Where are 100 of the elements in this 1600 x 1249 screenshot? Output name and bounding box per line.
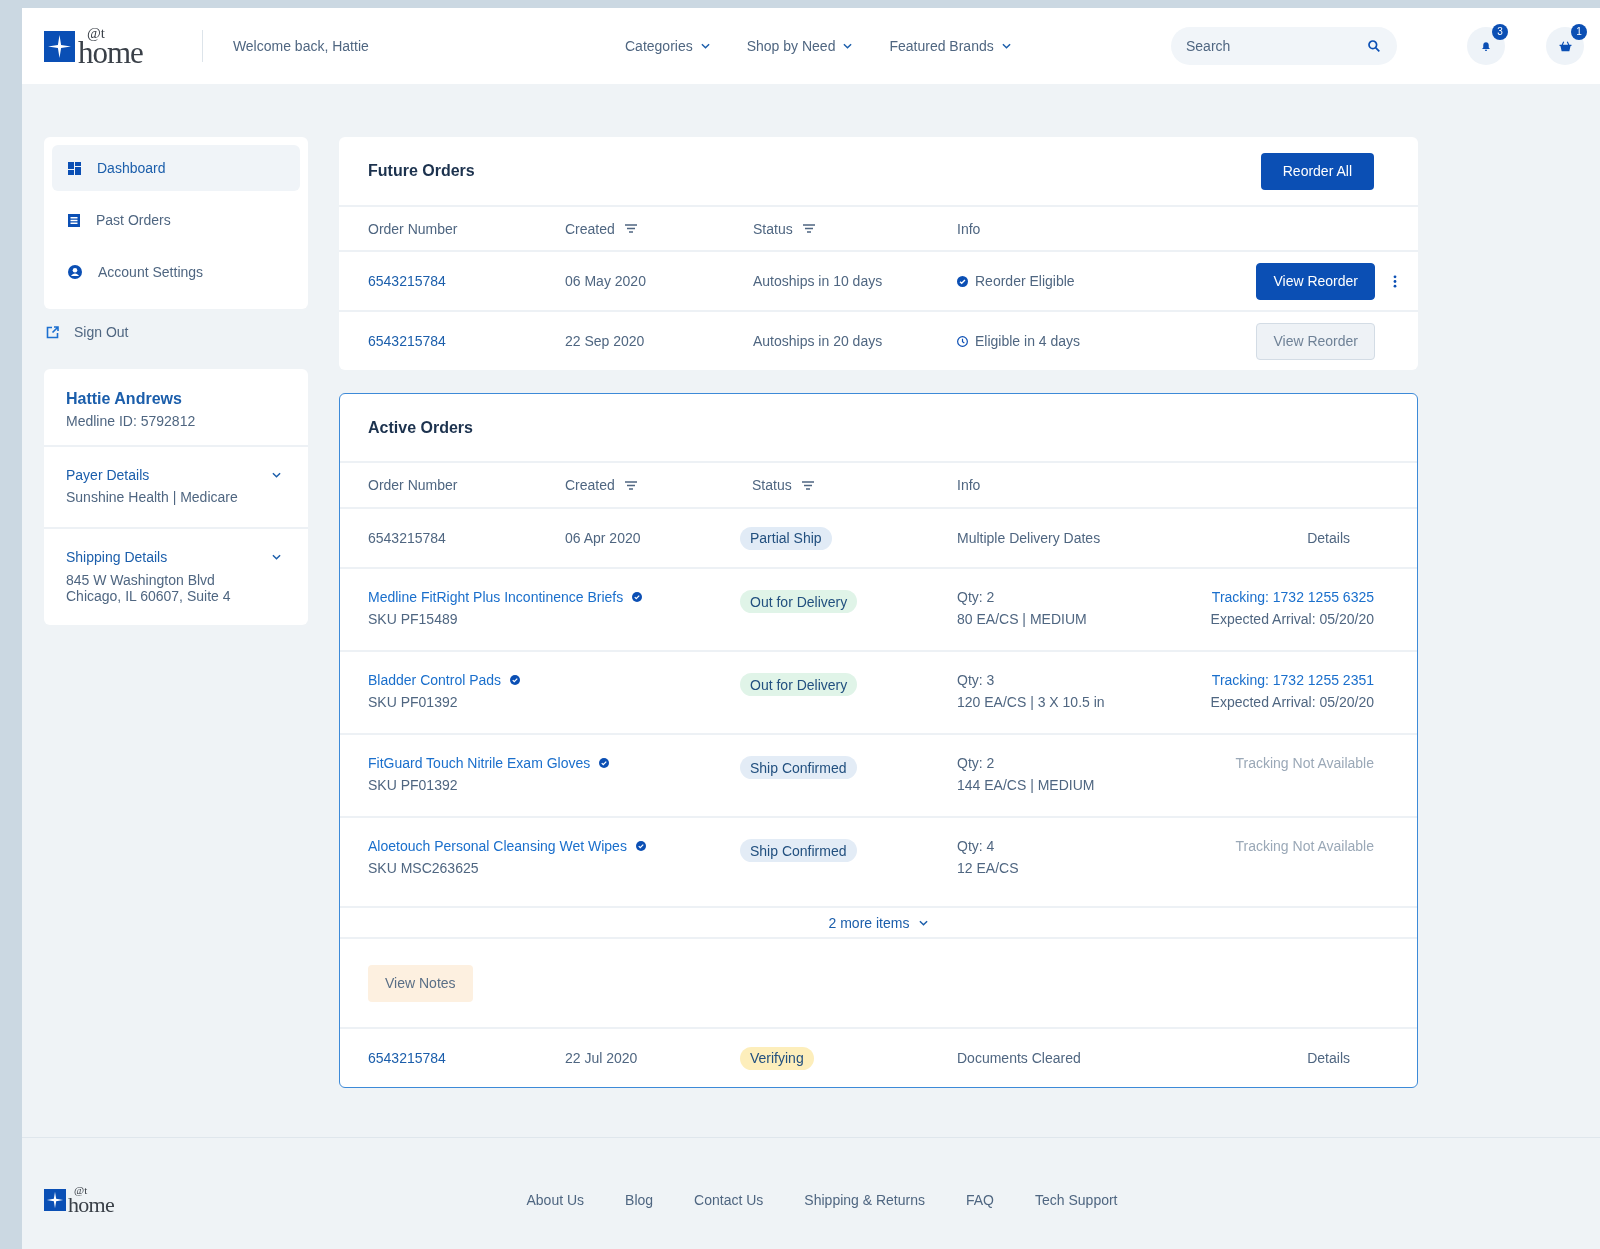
sign-out-link[interactable]: Sign Out xyxy=(44,320,129,344)
product-name-link[interactable]: Medline FitRight Plus Incontinence Briefs xyxy=(368,587,624,607)
expected-arrival: Expected Arrival: 05/20/20 xyxy=(1210,693,1374,712)
cart-button[interactable]: 1 xyxy=(1546,27,1584,65)
column-header: Info xyxy=(957,220,981,237)
notification-count-badge: 3 xyxy=(1492,24,1508,40)
sidebar-item[interactable]: Past Orders xyxy=(52,197,300,243)
pack-size-text: 120 EA/CS | 3 X 10.5 in xyxy=(957,693,1105,712)
created-date: 22 Sep 2020 xyxy=(565,333,646,349)
autoship-status: Autoships in 20 days xyxy=(753,333,884,349)
pack-size-text: 12 EA/CS xyxy=(957,859,1019,878)
nav-dropdown[interactable]: Categories xyxy=(625,31,710,61)
order-number-link[interactable]: 6543215784 xyxy=(368,530,446,546)
view-reorder-button[interactable]: View Reorder xyxy=(1256,262,1375,300)
footer-link[interactable]: Blog xyxy=(625,1191,654,1208)
footer-link[interactable]: Shipping & Returns xyxy=(804,1191,925,1208)
product-name-link[interactable]: FitGuard Touch Nitrile Exam Gloves xyxy=(368,753,591,773)
quantity-text: Qty: 4 xyxy=(957,837,995,856)
quantity-text: Qty: 2 xyxy=(957,588,995,607)
more-items-toggle[interactable]: 2 more items xyxy=(828,914,929,931)
view-notes-button[interactable]: View Notes xyxy=(368,964,473,1002)
list-icon xyxy=(68,213,80,227)
status-badge: Verifying xyxy=(740,1046,814,1070)
dashboard-icon xyxy=(68,161,81,175)
product-sku: SKU MSC263625 xyxy=(368,859,479,878)
logo-at-text: @t xyxy=(87,26,106,40)
quantity-text: Qty: 2 xyxy=(957,754,995,773)
check-circle-icon xyxy=(957,275,968,287)
sidebar-item[interactable]: Dashboard xyxy=(52,145,300,191)
section-toggle[interactable]: Payer Details xyxy=(66,465,286,485)
created-date: 22 Jul 2020 xyxy=(565,1050,639,1066)
nav-dropdown[interactable]: Shop by Need xyxy=(746,31,853,61)
bell-icon xyxy=(1481,40,1491,52)
created-date: 06 May 2020 xyxy=(565,273,647,289)
reorder-all-button[interactable]: Reorder All xyxy=(1260,152,1374,190)
section-detail-text: Chicago, IL 60607, Suite 4 xyxy=(66,588,231,604)
nav-dropdown[interactable]: Featured Brands xyxy=(889,31,1011,61)
reorder-info: Reorder Eligible xyxy=(975,273,1075,289)
notifications-button[interactable]: 3 xyxy=(1467,27,1505,65)
sidebar-item[interactable]: Account Settings xyxy=(52,249,300,295)
footer-link[interactable]: About Us xyxy=(526,1191,585,1208)
chevron-down-icon xyxy=(843,43,853,49)
search-icon[interactable] xyxy=(1368,40,1380,52)
customer-name: Hattie Andrews xyxy=(66,389,182,409)
column-header: Status xyxy=(752,477,792,493)
welcome-message: Welcome back, Hattie xyxy=(232,38,369,54)
logo-wordmark: home xyxy=(68,1195,115,1214)
column-header: Status xyxy=(753,220,793,237)
card-title: Future Orders xyxy=(368,162,475,180)
column-header: Created xyxy=(565,477,615,493)
kebab-menu-icon[interactable] xyxy=(1393,274,1397,288)
basket-icon xyxy=(1558,40,1572,52)
filter-icon[interactable] xyxy=(801,480,814,490)
section-detail-text: Sunshine Health | Medicare xyxy=(66,488,238,507)
column-header: Order Number xyxy=(368,220,458,237)
account-icon xyxy=(68,265,82,279)
cart-count-badge: 1 xyxy=(1571,24,1587,40)
details-link[interactable]: Details xyxy=(1307,530,1350,546)
logo-mark-icon xyxy=(44,30,75,62)
status-badge: Out for Delivery xyxy=(740,590,858,613)
tracking-link[interactable]: Tracking: 1732 1255 2351 xyxy=(1211,670,1374,690)
order-number-link[interactable]: 6543215784 xyxy=(368,273,446,289)
status-badge: Ship Confirmed xyxy=(740,839,857,862)
column-header: Info xyxy=(957,477,981,493)
status-badge: Out for Delivery xyxy=(740,673,858,696)
tracking-link[interactable]: Tracking: 1732 1255 6325 xyxy=(1211,587,1374,607)
card-title: Active Orders xyxy=(368,418,473,437)
product-sku: SKU PF15489 xyxy=(368,610,458,629)
column-header: Created xyxy=(565,220,615,237)
order-info: Multiple Delivery Dates xyxy=(957,530,1102,546)
details-link[interactable]: Details xyxy=(1307,1050,1350,1066)
status-badge: Ship Confirmed xyxy=(740,756,857,779)
logo-mark-icon xyxy=(44,1188,66,1211)
order-info: Documents Cleared xyxy=(957,1050,1082,1066)
order-number-link[interactable]: 6543215784 xyxy=(368,1050,446,1066)
status-badge: Partial Ship xyxy=(740,526,832,550)
tracking-status: Tracking Not Available xyxy=(1235,754,1374,773)
tracking-status: Tracking Not Available xyxy=(1235,837,1374,856)
filter-icon[interactable] xyxy=(802,224,815,233)
order-number-link[interactable]: 6543215784 xyxy=(368,333,446,349)
autoship-status: Autoships in 10 days xyxy=(753,273,884,289)
chevron-down-icon xyxy=(700,43,710,49)
product-name-link[interactable]: Aloetouch Personal Cleansing Wet Wipes xyxy=(368,836,627,856)
clock-icon xyxy=(957,335,968,347)
pack-size-text: 80 EA/CS | MEDIUM xyxy=(957,610,1087,629)
footer-link[interactable]: FAQ xyxy=(966,1191,994,1208)
filter-icon[interactable] xyxy=(624,480,637,490)
column-header: Order Number xyxy=(368,477,458,493)
search-field[interactable]: Search xyxy=(1171,27,1397,65)
product-name-link[interactable]: Bladder Control Pads xyxy=(368,670,502,690)
section-toggle[interactable]: Shipping Details xyxy=(66,547,286,567)
sign-out-icon xyxy=(46,325,59,339)
product-sku: SKU PF01392 xyxy=(368,776,458,795)
chevron-down-icon xyxy=(919,919,929,926)
quantity-text: Qty: 3 xyxy=(957,671,995,690)
footer-link[interactable]: Tech Support xyxy=(1035,1191,1118,1208)
footer-link[interactable]: Contact Us xyxy=(694,1191,764,1208)
filter-icon[interactable] xyxy=(624,224,637,233)
product-sku: SKU PF01392 xyxy=(368,693,458,712)
logo-at-text: @t xyxy=(74,1185,89,1195)
